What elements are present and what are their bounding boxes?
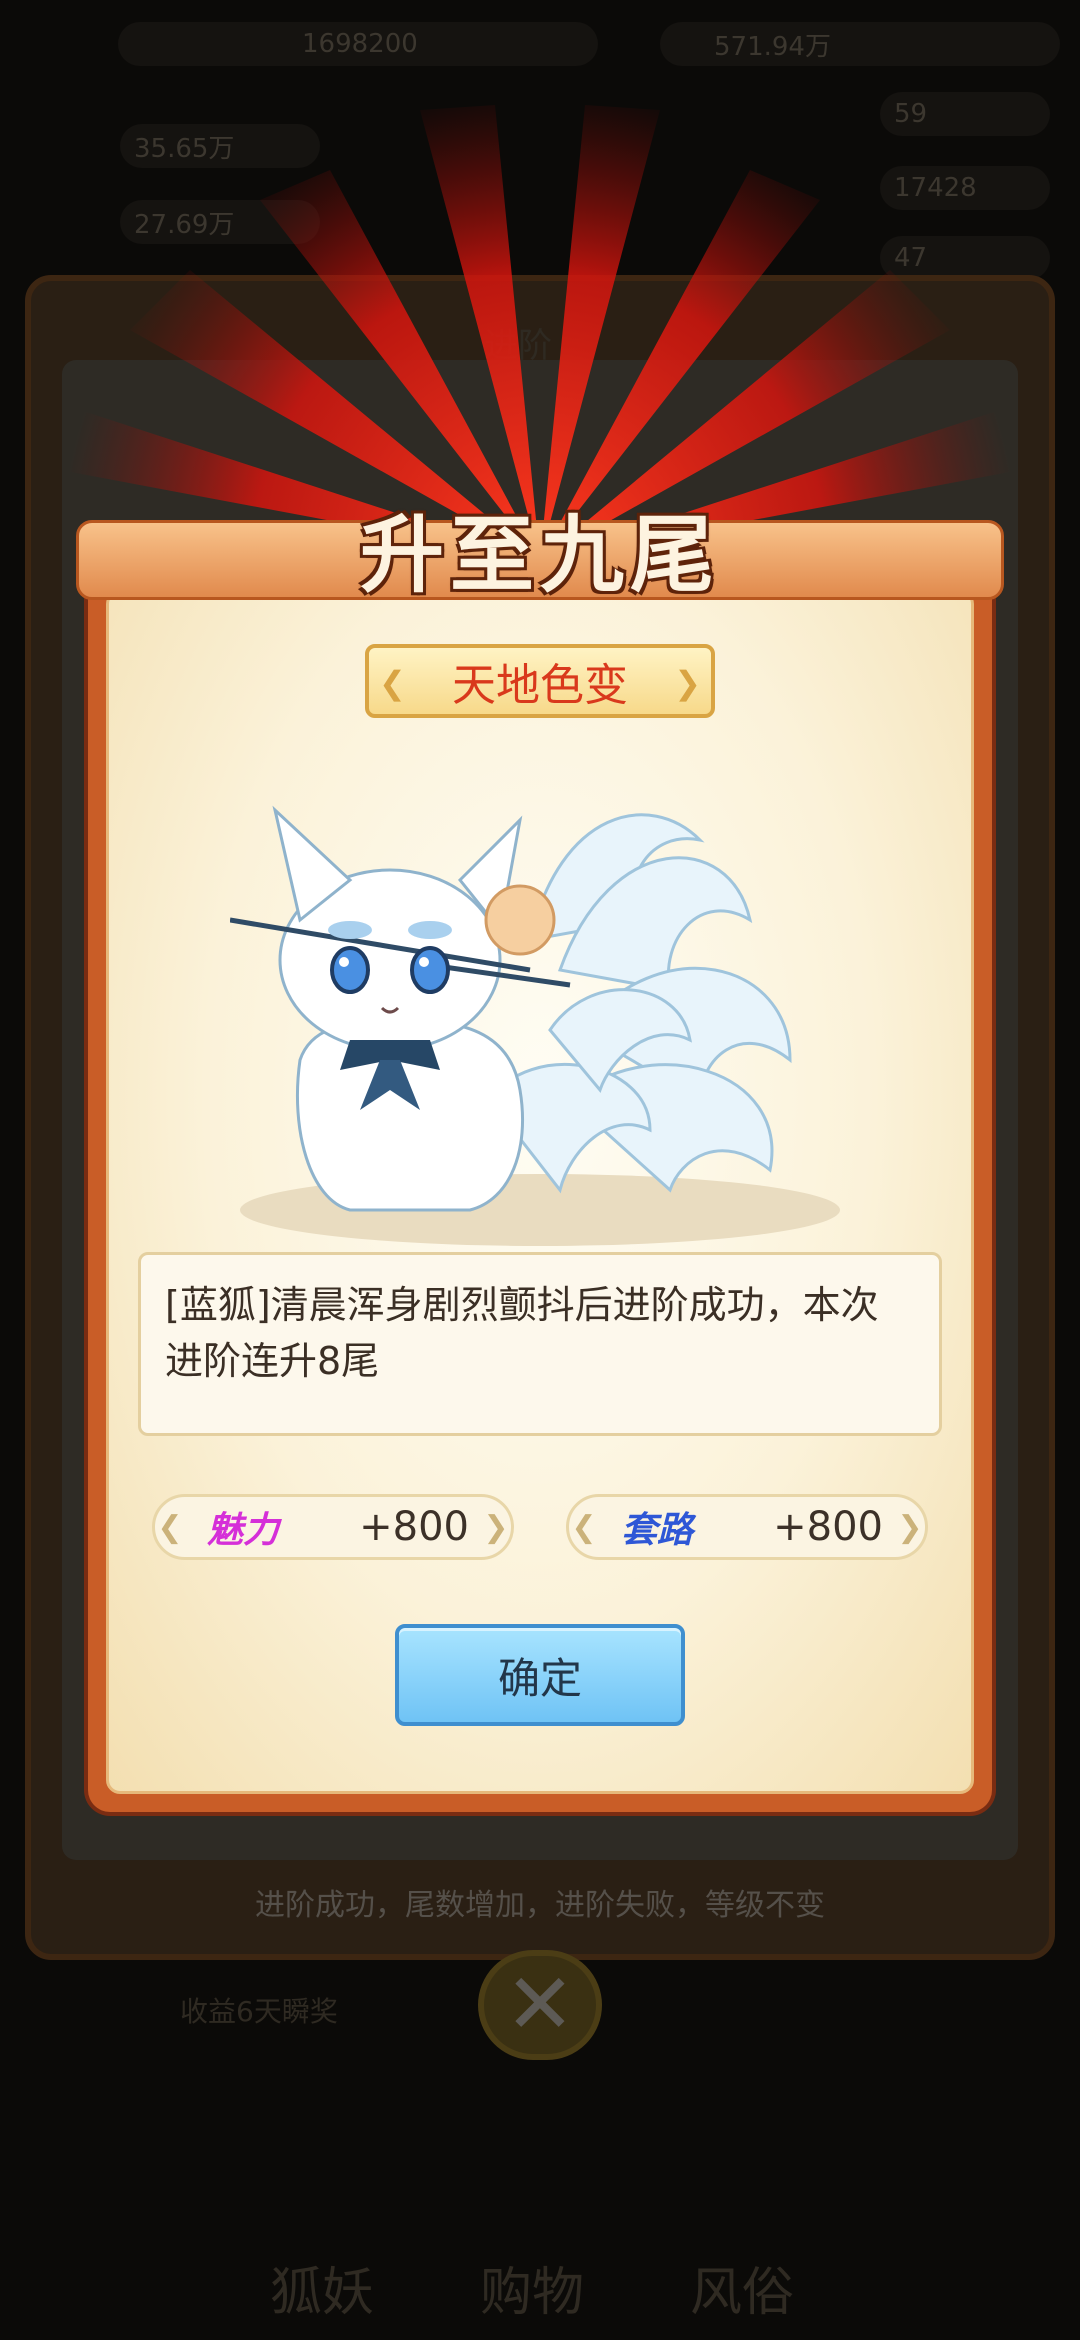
charm-value: +800 bbox=[359, 1504, 469, 1550]
confirm-button[interactable]: 确定 bbox=[395, 1624, 685, 1726]
stat-right-ornament-icon: ❯ bbox=[897, 1509, 923, 1545]
stat-left-ornament-icon: ❮ bbox=[157, 1509, 183, 1545]
trick-label: 套路 bbox=[621, 1509, 694, 1551]
charm-stat: ❮ 魅力 +800 ❯ bbox=[152, 1494, 514, 1560]
stat-left-ornament-icon: ❮ bbox=[571, 1509, 597, 1545]
banner-left-ornament-icon: ❮ bbox=[379, 664, 406, 702]
stat-right-ornament-icon: ❯ bbox=[483, 1509, 509, 1545]
nine-tailed-fox-illustration bbox=[230, 805, 840, 1246]
advance-description: [蓝狐]清晨浑身剧烈颤抖后进阶成功，本次进阶连升8尾 bbox=[138, 1252, 942, 1436]
trick-value: +800 bbox=[773, 1504, 883, 1550]
charm-label: 魅力 bbox=[207, 1509, 280, 1551]
banner-right-ornament-icon: ❯ bbox=[674, 664, 701, 702]
trick-stat: ❮ 套路 +800 ❯ bbox=[566, 1494, 928, 1560]
event-banner: ❮ 天地色变 ❯ bbox=[365, 644, 715, 718]
banner-text: 天地色变 bbox=[452, 660, 628, 711]
description-text: [蓝狐]清晨浑身剧烈颤抖后进阶成功，本次进阶连升8尾 bbox=[165, 1283, 879, 1383]
modal-title: 升至九尾 bbox=[359, 505, 720, 604]
